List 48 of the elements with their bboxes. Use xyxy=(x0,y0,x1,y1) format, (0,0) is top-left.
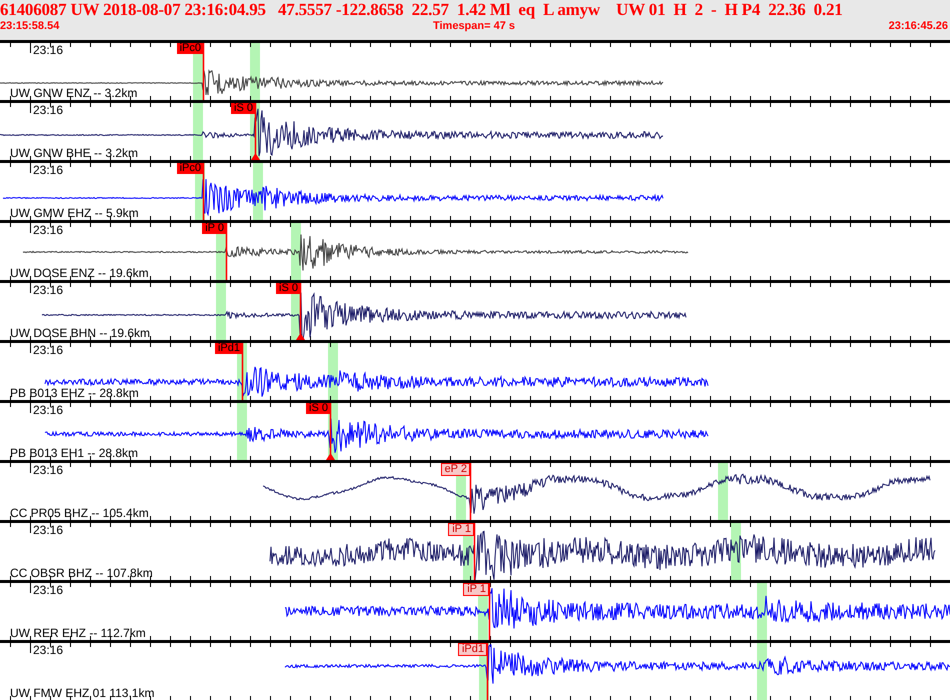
time-label: 23:16 xyxy=(33,464,64,477)
pick-label[interactable]: iS 0 xyxy=(231,103,255,114)
station-label: UW DOSE ENZ -- 19.6km xyxy=(10,267,149,280)
time-label: 23:16 xyxy=(33,224,64,237)
pick-label[interactable]: iPc0 xyxy=(176,163,203,174)
phase-band xyxy=(250,43,260,100)
station-label: UW RER EHZ -- 112.7km xyxy=(10,627,146,640)
pick-line[interactable] xyxy=(296,283,305,340)
station-label: UW DOSE BHN -- 19.6km xyxy=(10,327,150,340)
station-label: CC OBSR BHZ -- 107.8km xyxy=(10,567,153,580)
pick-label[interactable]: iPc0 xyxy=(176,43,203,54)
station-label: PB B013 EHZ -- 28.8km xyxy=(10,387,139,400)
phase-band xyxy=(291,223,301,280)
pick-label[interactable]: eP 2 xyxy=(440,463,470,476)
time-label: 23:16 xyxy=(33,284,64,297)
pick-label[interactable]: iP 0 xyxy=(202,223,226,234)
phase-band xyxy=(718,463,728,520)
pick-label[interactable]: iS 0 xyxy=(276,283,300,294)
timespan-label: Timespan= 47 s xyxy=(432,20,516,33)
pick-label[interactable]: iP 1 xyxy=(448,523,474,536)
phase-band xyxy=(757,583,767,640)
time-label: 23:16 xyxy=(33,404,64,417)
time-label: 23:16 xyxy=(33,644,64,657)
phase-band xyxy=(237,403,247,460)
station-label: CC PR05 BHZ -- 105.4km xyxy=(10,507,149,520)
time-label: 23:16 xyxy=(33,344,64,357)
phase-band xyxy=(757,643,767,700)
time-label: 23:16 xyxy=(33,44,64,57)
pick-label[interactable]: iP 1 xyxy=(463,583,489,596)
time-label: 23:16 xyxy=(33,584,64,597)
pick-label[interactable]: iPd1 xyxy=(458,643,487,656)
station-label: PB B013 EH1 -- 28.8km xyxy=(10,447,138,460)
pick-label[interactable]: iS 0 xyxy=(306,403,330,414)
time-label: 23:16 xyxy=(33,104,64,117)
time-label: 23:16 xyxy=(33,164,64,177)
pick-line[interactable] xyxy=(251,103,260,160)
end-time: 23:16:45.26 xyxy=(888,20,948,33)
phase-band xyxy=(193,103,203,160)
station-label: UW FMW EHZ 01 113.1km xyxy=(10,687,154,700)
station-label: UW GNW BHE -- 3.2km xyxy=(10,147,138,160)
event-summary: 61406087 UW 2018-08-07 23:16:04.95 47.5557 -122.8658 22.57 1.42 Ml eq L amyw UW 01 H 2 - H P4 22.36 0.21 xyxy=(0,0,843,20)
phase-band xyxy=(216,283,226,340)
start-time: 23:15:58.54 xyxy=(0,20,60,33)
time-label: 23:16 xyxy=(33,524,64,537)
station-label: UW GNW ENZ -- 3.2km xyxy=(10,87,138,100)
pick-line[interactable] xyxy=(326,403,335,460)
station-label: UW GMW EHZ -- 5.9km xyxy=(10,207,139,220)
pick-label[interactable]: iPd1 xyxy=(214,343,242,354)
